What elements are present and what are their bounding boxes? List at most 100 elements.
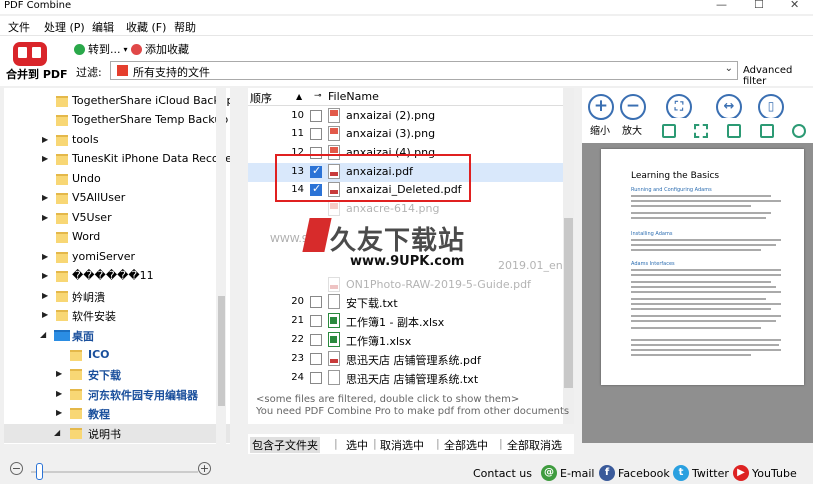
uncheck-all-button[interactable]: 全部取消选 bbox=[507, 437, 562, 453]
menu-process[interactable]: 处理 (P) bbox=[44, 19, 85, 35]
file-checkbox[interactable] bbox=[310, 128, 322, 140]
file-checkbox[interactable] bbox=[310, 372, 322, 384]
fit-page-icon[interactable]: ⛶ bbox=[666, 94, 692, 120]
tree-item[interactable]: ▶ 河东软件园专用编辑器 bbox=[4, 385, 230, 404]
facebook-link[interactable]: Facebook bbox=[618, 467, 670, 480]
check-all-button[interactable]: 全部选中 bbox=[444, 437, 488, 453]
tree-item[interactable]: ▶ V5AllUser bbox=[4, 189, 230, 208]
add-favorite-button[interactable]: 添加收藏 bbox=[131, 41, 189, 57]
zoom-out-small-icon[interactable]: − bbox=[10, 462, 23, 475]
file-row[interactable]: 10 anxaizai (2).png bbox=[248, 107, 574, 126]
tree-item[interactable]: ◢ 桌面 bbox=[4, 326, 230, 345]
tree-item[interactable]: Undo bbox=[4, 170, 230, 189]
file-row[interactable]: 24 思迅天店 店铺管理系统.txt bbox=[248, 369, 574, 388]
expand-arrow-icon[interactable]: ▶ bbox=[42, 310, 48, 319]
menu-help[interactable]: 帮助 bbox=[174, 19, 196, 35]
expand-arrow-icon[interactable]: ▶ bbox=[42, 252, 48, 261]
file-row[interactable]: 22 工作簿1.xlsx bbox=[248, 331, 574, 350]
collapse-arrow-icon[interactable]: ◢ bbox=[40, 330, 46, 339]
tree-item[interactable]: ▶ V5User bbox=[4, 209, 230, 228]
file-row[interactable]: 23 思迅天店 店铺管理系统.pdf bbox=[248, 350, 574, 369]
column-filename[interactable]: FileName bbox=[328, 90, 379, 103]
tree-item[interactable]: ▶ 软件安装 bbox=[4, 306, 230, 325]
file-row[interactable]: 2019.01_en-EN... bbox=[248, 257, 574, 276]
file-list-scrollbar[interactable] bbox=[563, 88, 574, 424]
merge-to-pdf-button[interactable]: 合并到 PDF bbox=[6, 66, 68, 82]
zoom-in-icon[interactable]: + bbox=[588, 94, 614, 120]
email-icon[interactable]: @ bbox=[541, 465, 557, 481]
tree-item[interactable]: ▶ 教程 bbox=[4, 404, 230, 423]
hint-line-1[interactable]: <some files are filtered, double click t… bbox=[256, 394, 569, 406]
tree-scrollbar-thumb[interactable] bbox=[218, 296, 225, 406]
menu-edit[interactable]: 编辑 bbox=[92, 19, 114, 35]
maximize-icon[interactable]: ☐ bbox=[754, 0, 764, 11]
tree-item[interactable]: ▶ TunesKit iPhone Data Recove bbox=[4, 150, 230, 169]
file-row[interactable]: 11 anxaizai (3).png bbox=[248, 125, 574, 144]
tree-item[interactable]: ▶ 妗岄潰 bbox=[4, 287, 230, 306]
expand-arrow-icon[interactable]: ▶ bbox=[42, 291, 48, 300]
fit-width-icon[interactable]: ↔ bbox=[716, 94, 742, 120]
expand-arrow-icon[interactable]: ▶ bbox=[42, 135, 48, 144]
expand-arrow-icon[interactable]: ▶ bbox=[56, 389, 62, 398]
tree-item[interactable]: TogetherShare iCloud Backup bbox=[4, 92, 230, 111]
tree-item[interactable]: TogetherShare Temp Backup bbox=[4, 111, 230, 130]
tree-item-selected[interactable]: ◢ 说明书 bbox=[4, 424, 230, 443]
file-checkbox[interactable] bbox=[310, 296, 322, 308]
include-subfolders-button[interactable]: 包含子文件夹 bbox=[250, 437, 320, 453]
advanced-filter-button[interactable]: Advanced filter bbox=[743, 65, 813, 87]
file-row[interactable]: anxacre-614.png bbox=[248, 200, 574, 219]
uncheck-button[interactable]: 取消选中 bbox=[380, 437, 424, 453]
expand-arrow-icon[interactable]: ▶ bbox=[56, 369, 62, 378]
file-row[interactable]: 21 工作簿1 - 副本.xlsx bbox=[248, 312, 574, 331]
file-checkbox[interactable] bbox=[310, 110, 322, 122]
expand-arrow-icon[interactable]: ▶ bbox=[42, 193, 48, 202]
collapse-arrow-icon[interactable]: ◢ bbox=[54, 428, 60, 437]
twitter-link[interactable]: Twitter bbox=[692, 467, 729, 480]
expand-arrow-icon[interactable]: ▶ bbox=[42, 271, 48, 280]
zoom-slider[interactable] bbox=[31, 471, 198, 473]
zoom-out-icon[interactable]: − bbox=[620, 94, 646, 120]
merge-pdf-icon[interactable] bbox=[13, 42, 47, 66]
file-checkbox[interactable] bbox=[310, 315, 322, 327]
filter-select[interactable]: 所有支持的文件 ⌄ bbox=[110, 61, 738, 80]
youtube-link[interactable]: YouTube bbox=[752, 467, 797, 480]
column-order[interactable]: 顺序 bbox=[250, 90, 272, 106]
tree-item[interactable]: ▶ 安下载 bbox=[4, 365, 230, 384]
menu-favorites[interactable]: 收藏 (F) bbox=[126, 19, 166, 35]
youtube-icon[interactable]: ▶ bbox=[733, 465, 749, 481]
tree-item[interactable]: ▶ ������11 bbox=[4, 267, 230, 286]
save-icon[interactable] bbox=[727, 124, 741, 138]
minimize-icon[interactable]: — bbox=[716, 0, 727, 11]
copy-icon[interactable] bbox=[662, 124, 676, 138]
file-list-scrollbar-thumb[interactable] bbox=[564, 218, 573, 388]
tree-item[interactable]: Word bbox=[4, 228, 230, 247]
page-title: Learning the Basics bbox=[631, 171, 720, 181]
file-list[interactable]: 顺序 ▲ ⊸ FileName 10 anxaizai (2).png 11 anx… bbox=[248, 88, 574, 424]
file-row[interactable]: 20 安下载.txt bbox=[248, 293, 574, 312]
filter-hint: <some files are filtered, double click t… bbox=[256, 394, 569, 418]
close-icon[interactable]: ✕ bbox=[790, 0, 799, 11]
file-row[interactable] bbox=[248, 219, 574, 238]
expand-icon[interactable] bbox=[694, 124, 708, 138]
share-icon[interactable] bbox=[760, 124, 774, 138]
facebook-icon[interactable]: f bbox=[599, 465, 615, 481]
zoom-in-small-icon[interactable]: + bbox=[198, 462, 211, 475]
file-checkbox[interactable] bbox=[310, 353, 322, 365]
tree-item[interactable]: ▶ tools bbox=[4, 131, 230, 150]
tree-item[interactable]: ICO bbox=[4, 346, 230, 365]
menu-file[interactable]: 文件 bbox=[8, 19, 30, 35]
file-checkbox[interactable] bbox=[310, 334, 322, 346]
page-icon[interactable]: ▯ bbox=[758, 94, 784, 120]
contact-us-link[interactable]: Contact us bbox=[473, 467, 532, 480]
expand-arrow-icon[interactable]: ▶ bbox=[42, 213, 48, 222]
tree-item[interactable]: ▶ yomiServer bbox=[4, 248, 230, 267]
expand-arrow-icon[interactable]: ▶ bbox=[42, 154, 48, 163]
zoom-slider-handle[interactable] bbox=[36, 463, 43, 480]
settings-icon[interactable] bbox=[792, 124, 806, 138]
folder-tree[interactable]: TogetherShare iCloud Backup TogetherShar… bbox=[4, 88, 230, 444]
check-button[interactable]: 选中 bbox=[346, 437, 368, 453]
twitter-icon[interactable]: t bbox=[673, 465, 689, 481]
goto-button[interactable]: 转到... ▾ bbox=[74, 41, 128, 57]
email-link[interactable]: E-mail bbox=[560, 467, 595, 480]
expand-arrow-icon[interactable]: ▶ bbox=[56, 408, 62, 417]
